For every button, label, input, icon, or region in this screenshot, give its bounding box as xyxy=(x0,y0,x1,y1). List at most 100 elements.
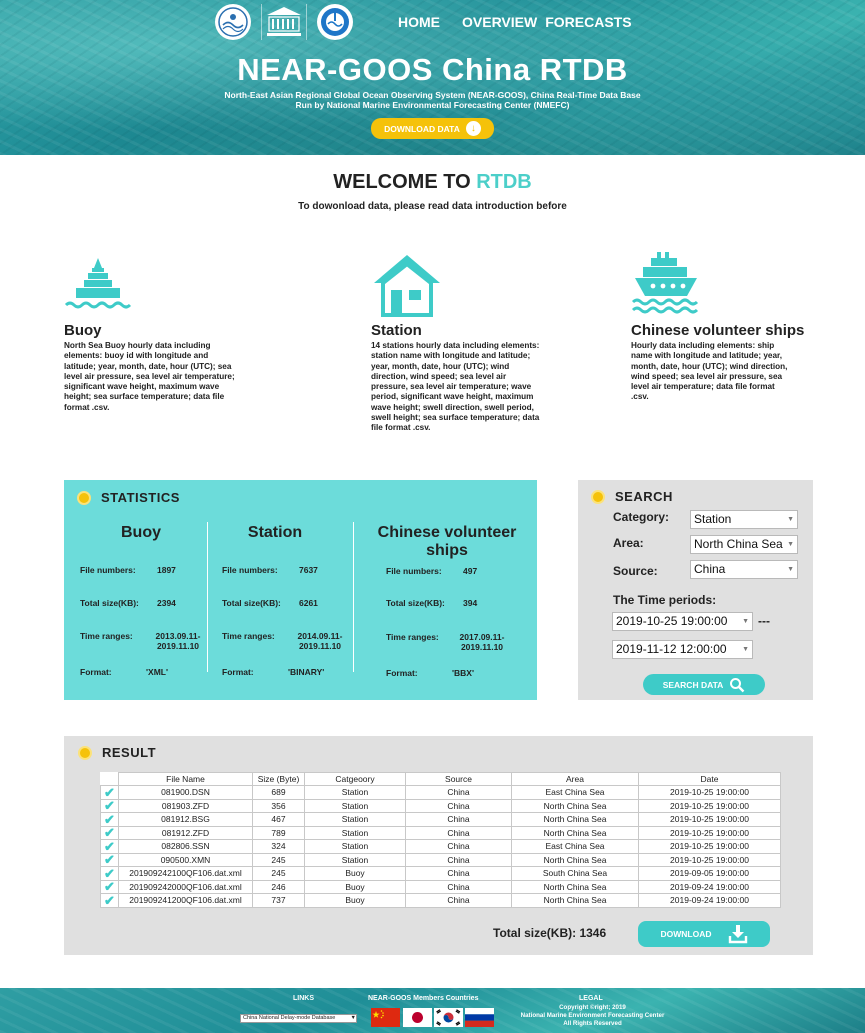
table-cell: Station xyxy=(304,798,406,813)
bullet-icon xyxy=(78,745,92,760)
download-button[interactable]: DOWNLOAD xyxy=(638,921,770,947)
table-cell: 081912.BSG xyxy=(118,812,253,827)
ship-icon xyxy=(631,252,699,314)
stats-value: 2394 xyxy=(157,598,176,608)
unesco-logo-icon[interactable] xyxy=(261,4,307,40)
site-title: NEAR-GOOS China RTDB xyxy=(237,52,628,87)
bullet-icon xyxy=(77,490,91,505)
table-row[interactable]: ✔ 081912.BSG 467 Station China North China Se… xyxy=(100,812,781,827)
table-cell: 324 xyxy=(252,839,305,854)
statistics-heading: STATISTICS xyxy=(77,490,180,505)
download-label: DOWNLOAD xyxy=(660,929,712,939)
col-header-source[interactable]: Source xyxy=(405,772,512,786)
row-checkmark-icon[interactable]: ✔ xyxy=(100,893,119,908)
links-select[interactable]: China National Delay-mode Database ▼ xyxy=(240,1014,357,1023)
table-cell: North China Sea xyxy=(511,812,639,827)
table-cell: 2019-09-24 19:00:00 xyxy=(638,893,781,908)
row-checkmark-icon[interactable]: ✔ xyxy=(100,839,119,854)
stats-column-buoy: Buoy xyxy=(78,524,204,542)
search-icon xyxy=(730,677,745,692)
table-cell: China xyxy=(405,893,512,908)
buoy-icon xyxy=(64,258,132,309)
table-cell: 789 xyxy=(252,825,305,840)
bullet-icon xyxy=(591,489,605,504)
japan-flag-icon[interactable] xyxy=(403,1008,432,1027)
house-icon xyxy=(374,255,440,317)
logo-group xyxy=(215,4,353,40)
table-row[interactable]: ✔ 201909242100QF106.dat.xml 245 Buoy China So… xyxy=(100,866,781,881)
row-checkmark-icon[interactable]: ✔ xyxy=(100,825,119,840)
nav-overview[interactable]: OVERVIEW xyxy=(462,14,537,30)
table-cell: China xyxy=(405,812,512,827)
row-checkmark-icon[interactable]: ✔ xyxy=(100,812,119,827)
noc-logo-icon[interactable] xyxy=(215,4,251,40)
stats-label: File numbers: xyxy=(222,565,278,575)
table-cell: East China Sea xyxy=(511,839,639,854)
row-checkmark-icon[interactable]: ✔ xyxy=(100,852,119,867)
table-cell: Station xyxy=(304,825,406,840)
area-select[interactable]: North China Sea ▼ xyxy=(690,535,798,554)
table-cell: 081912.ZFD xyxy=(118,825,253,840)
feature-description: North Sea Buoy hourly data including ele… xyxy=(64,341,235,412)
stats-column-station: Station xyxy=(212,524,338,542)
col-header-size[interactable]: Size (Byte) xyxy=(252,772,305,786)
table-row[interactable]: ✔ 081903.ZFD 356 Station China North China Se… xyxy=(100,798,781,813)
stats-column-title: Station xyxy=(247,524,303,541)
table-cell: 689 xyxy=(252,785,305,800)
search-data-button[interactable]: SEARCH DATA xyxy=(643,674,765,695)
chevron-down-icon: ▼ xyxy=(742,646,749,653)
table-row[interactable]: ✔ 081912.ZFD 789 Station China North China Se… xyxy=(100,825,781,840)
table-row[interactable]: ✔ 082806.SSN 324 Station China East China Sea… xyxy=(100,839,781,854)
feature-title: Station xyxy=(371,322,422,339)
table-row[interactable]: ✔ 081900.DSN 689 Station China East China Sea… xyxy=(100,785,781,800)
table-cell: North China Sea xyxy=(511,852,639,867)
stats-column-title: Chinese volunteer ships xyxy=(377,524,517,559)
table-row[interactable]: ✔ 201909241200QF106.dat.xml 737 Buoy China No… xyxy=(100,893,781,908)
korea-flag-icon[interactable] xyxy=(434,1008,463,1027)
row-checkmark-icon[interactable]: ✔ xyxy=(100,798,119,813)
nav-forecasts[interactable]: FORECASTS xyxy=(545,14,631,30)
col-header-category[interactable]: Catgeoory xyxy=(304,772,406,786)
china-flag-icon[interactable] xyxy=(371,1008,400,1027)
result-heading: RESULT xyxy=(78,745,156,760)
stats-value: 1897 xyxy=(157,565,176,575)
table-cell: 2019-09-24 19:00:00 xyxy=(638,879,781,894)
download-data-button[interactable]: DOWNLOAD DATA ↓ xyxy=(371,118,494,139)
source-select[interactable]: China ▼ xyxy=(690,560,798,579)
table-cell: Buoy xyxy=(304,866,406,881)
legal-text: Copyright ©right; 2019 National Marine E… xyxy=(520,1004,665,1027)
feature-description: Hourly data including elements: ship nam… xyxy=(631,341,788,402)
table-cell: 2019-10-25 19:00:00 xyxy=(638,812,781,827)
row-checkmark-icon[interactable]: ✔ xyxy=(100,866,119,881)
col-header-date[interactable]: Date xyxy=(638,772,781,786)
col-header-file-name[interactable]: File Name xyxy=(118,772,253,786)
russia-flag-icon[interactable] xyxy=(465,1008,494,1027)
site-subtitle: North-East Asian Regional Global Ocean O… xyxy=(224,90,641,100)
nav-home[interactable]: HOME xyxy=(398,14,440,30)
stats-value: 394 xyxy=(463,598,478,608)
feature-buoy: Buoy North Sea Buoy hourly data includin… xyxy=(64,322,239,413)
members-heading: NEAR-GOOS Members Countries xyxy=(368,995,479,1002)
category-select[interactable]: Station ▼ xyxy=(690,510,798,529)
time-start-select[interactable]: 2019-10-25 19:00:00 ▼ xyxy=(612,612,753,631)
table-header-row: File Name Size (Byte) Catgeoory Source A… xyxy=(100,772,781,786)
table-cell: South China Sea xyxy=(511,866,639,881)
stats-label: File numbers: xyxy=(386,566,442,576)
table-cell: China xyxy=(405,798,512,813)
table-cell: 2019-10-25 19:00:00 xyxy=(638,839,781,854)
table-row[interactable]: ✔ 201909242000QF106.dat.xml 246 Buoy China No… xyxy=(100,879,781,894)
row-checkmark-icon[interactable]: ✔ xyxy=(100,785,119,800)
ioc-logo-icon[interactable] xyxy=(317,4,353,40)
feature-station: Station 14 stations hourly data includin… xyxy=(371,322,543,434)
table-row[interactable]: ✔ 090500.XMN 245 Station China North China Se… xyxy=(100,852,781,867)
stats-value: 497 xyxy=(463,566,478,576)
stats-label: Time ranges: xyxy=(80,631,133,641)
links-heading: LINKS xyxy=(293,995,314,1002)
result-table: File Name Size (Byte) Catgeoory Source A… xyxy=(100,772,781,908)
table-cell: North China Sea xyxy=(511,893,639,908)
time-end-select[interactable]: 2019-11-12 12:00:00 ▼ xyxy=(612,640,753,659)
col-header-area[interactable]: Area xyxy=(511,772,639,786)
feature-title: Chinese volunteer ships xyxy=(631,322,805,339)
row-checkmark-icon[interactable]: ✔ xyxy=(100,879,119,894)
stats-label: Total size(KB): xyxy=(386,598,445,608)
